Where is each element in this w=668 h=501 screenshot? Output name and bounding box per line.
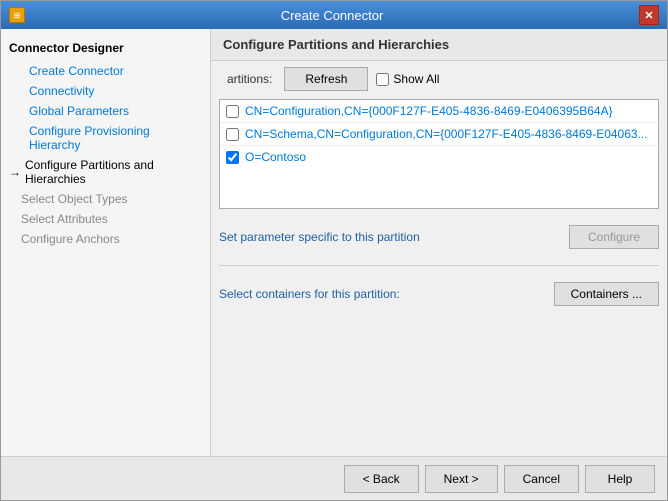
partition-label-2: CN=Schema,CN=Configuration,CN={000F127F-… — [245, 127, 648, 141]
sidebar-item-connectivity[interactable]: Connectivity — [1, 81, 210, 101]
sidebar-header: Connector Designer — [1, 37, 210, 61]
partition-item-2[interactable]: CN=Schema,CN=Configuration,CN={000F127F-… — [220, 123, 658, 146]
back-button[interactable]: < Back — [344, 465, 419, 493]
show-all-checkbox[interactable] — [376, 73, 389, 86]
containers-param-row: Select containers for this partition: Co… — [219, 282, 659, 306]
window-title: Create Connector — [25, 8, 639, 23]
partition-label-1: CN=Configuration,CN={000F127F-E405-4836-… — [245, 104, 613, 118]
cancel-button[interactable]: Cancel — [504, 465, 579, 493]
sidebar-item-configure-anchors: Configure Anchors — [1, 229, 210, 249]
containers-label: Select containers for this partition: — [219, 287, 400, 301]
sidebar-item-select-object-types: Select Object Types — [1, 189, 210, 209]
main-content: Configure Partitions and Hierarchies art… — [211, 29, 667, 456]
sidebar-item-select-attributes: Select Attributes — [1, 209, 210, 229]
configure-param-row: Set parameter specific to this partition… — [219, 225, 659, 249]
param-label: Set parameter specific to this partition — [219, 230, 420, 244]
app-icon: ⊞ — [9, 7, 25, 23]
show-all-container: Show All — [376, 72, 439, 86]
configure-button[interactable]: Configure — [569, 225, 659, 249]
containers-button[interactable]: Containers ... — [554, 282, 659, 306]
partition-checkbox-2[interactable] — [226, 128, 239, 141]
sidebar-item-global-parameters[interactable]: Global Parameters — [1, 101, 210, 121]
title-bar: ⊞ Create Connector ✕ — [1, 1, 667, 29]
bottom-bar: < Back Next > Cancel Help — [1, 456, 667, 500]
main-panel-header: Configure Partitions and Hierarchies — [211, 29, 667, 61]
partition-list: CN=Configuration,CN={000F127F-E405-4836-… — [219, 99, 659, 209]
sidebar: Connector Designer Create Connector Conn… — [1, 29, 211, 456]
sidebar-item-configure-partitions[interactable]: Configure Partitions and Hierarchies — [1, 155, 210, 189]
partition-item-1[interactable]: CN=Configuration,CN={000F127F-E405-4836-… — [220, 100, 658, 123]
refresh-button[interactable]: Refresh — [284, 67, 368, 91]
content-area: Connector Designer Create Connector Conn… — [1, 29, 667, 456]
help-button[interactable]: Help — [585, 465, 655, 493]
partition-label-3: O=Contoso — [245, 150, 306, 164]
show-all-label: Show All — [393, 72, 439, 86]
sidebar-item-configure-provisioning-hierarchy[interactable]: Configure Provisioning Hierarchy — [1, 121, 210, 155]
next-button[interactable]: Next > — [425, 465, 498, 493]
middle-section: Set parameter specific to this partition… — [219, 225, 659, 306]
partition-checkbox-1[interactable] — [226, 105, 239, 118]
partition-item-3[interactable]: O=Contoso — [220, 146, 658, 168]
close-button[interactable]: ✕ — [639, 5, 659, 25]
divider — [219, 265, 659, 266]
main-window: ⊞ Create Connector ✕ Connector Designer … — [0, 0, 668, 501]
partition-checkbox-3[interactable] — [226, 151, 239, 164]
partitions-tab-label: artitions: — [219, 68, 280, 90]
tab-bar: artitions: Refresh Show All — [211, 61, 667, 91]
sidebar-item-create-connector[interactable]: Create Connector — [1, 61, 210, 81]
